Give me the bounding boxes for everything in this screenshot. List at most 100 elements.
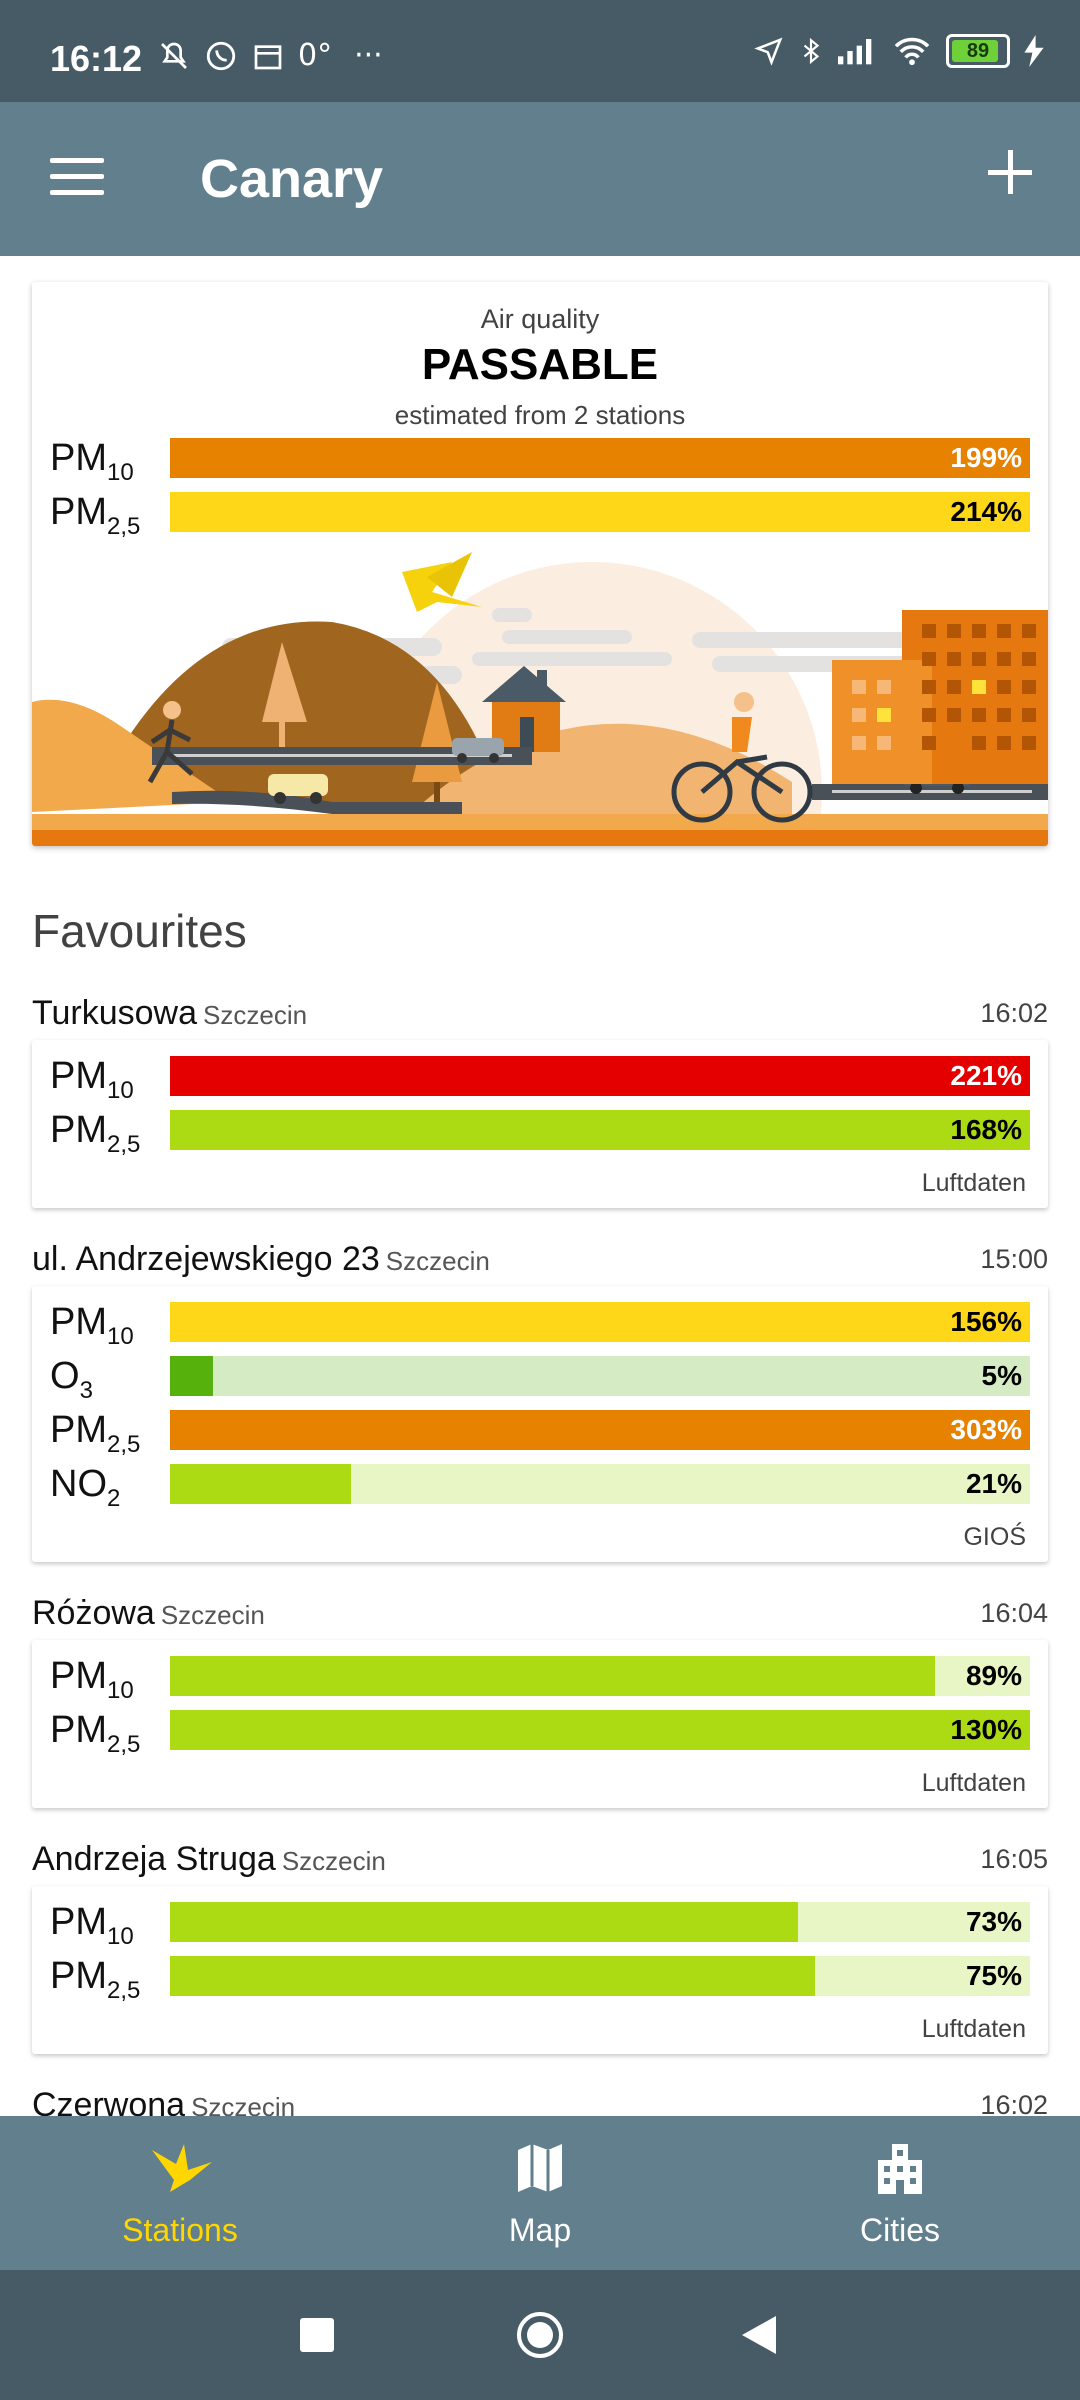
pollutant-level-track: 130%	[170, 1710, 1030, 1750]
station-card[interactable]: PM10 221% PM2,5 168% Luftdaten	[32, 1040, 1048, 1208]
pollutant-level-bar	[170, 1956, 815, 1996]
pollutant-percentage: 75%	[965, 1960, 1022, 1991]
menu-icon[interactable]	[50, 158, 104, 200]
add-station-button[interactable]	[980, 142, 1040, 202]
mute-bell-icon	[161, 42, 187, 69]
pollutant-name: PM	[50, 1901, 107, 1943]
pollutant-level-bar	[170, 1056, 1030, 1096]
nav-label-cities: Cities	[859, 2212, 940, 2248]
pollutant-name: O	[50, 1355, 80, 1397]
pollutant-subscript: 3	[79, 1377, 93, 1404]
pollutant-name: PM	[50, 1301, 107, 1343]
nav-tab-stations[interactable]: Stations	[0, 2116, 360, 2270]
station-update-time: 16:05	[980, 1844, 1048, 1874]
pollutant-level-track: 21%	[170, 1464, 1030, 1504]
city-landscape-illustration	[32, 552, 1048, 846]
pollutant-level-track: 214%	[170, 492, 1030, 532]
pollutant-level-bar	[170, 1302, 1030, 1342]
pollutant-label: PM2,5	[50, 1108, 140, 1157]
station-name: Turkusowa	[32, 994, 198, 1032]
pollutant-row: PM10 156%	[50, 1300, 1030, 1349]
pollutant-label: PM10	[50, 1054, 134, 1103]
pollutant-name: PM	[50, 1055, 107, 1097]
pollutant-subscript: 10	[107, 459, 134, 486]
pollutant-level-bar	[170, 1710, 1030, 1750]
home-circle-icon[interactable]	[515, 2310, 565, 2360]
station-header[interactable]: Różowa Szczecin 16:04	[32, 1594, 1048, 1634]
station-card[interactable]: PM10 156% O3 5% PM2,5 303% NO2 21% GIOŚ	[32, 1286, 1048, 1562]
station-card[interactable]: PM10 73% PM 2,5 75% Luftdaten	[32, 1886, 1048, 2054]
pollutant-row: PM10 199%	[50, 436, 1030, 485]
pollutant-row: PM2,5 130%	[50, 1708, 1030, 1757]
air-quality-status: PASSABLE	[421, 340, 659, 389]
pollutant-label: O3	[50, 1354, 93, 1403]
pollutant-level-track: 73%	[170, 1902, 1030, 1942]
air-quality-subtitle: estimated from 2 stations	[394, 400, 686, 430]
battery-level: 89	[966, 39, 990, 62]
status-time: 16:12	[50, 38, 143, 79]
station-header[interactable]: Turkusowa Szczecin 16:02	[32, 994, 1048, 1034]
pollutant-percentage: 156%	[950, 1306, 1022, 1337]
pollutant-level-bar	[170, 1902, 798, 1942]
pollutant-name: PM	[50, 1709, 107, 1751]
pollutant-subscript: 2,5	[107, 1977, 141, 2004]
status-icons-left: 0° ···	[158, 38, 383, 73]
pollutant-subscript: 2,5	[107, 1431, 141, 1458]
pollutant-percentage: 199%	[950, 442, 1022, 473]
whatsapp-icon	[206, 41, 236, 70]
pollutant-label: PM10	[50, 1900, 134, 1949]
pollutant-percentage: 303%	[950, 1414, 1022, 1445]
pollutant-level-track: 303%	[170, 1410, 1030, 1450]
nav-tab-cities[interactable]: Cities	[720, 2116, 1080, 2270]
pollutant-subscript: 10	[107, 1923, 134, 1950]
pollutant-subscript: 10	[107, 1077, 134, 1104]
back-triangle-icon[interactable]	[742, 2316, 778, 2354]
pollutant-percentage: 214%	[950, 496, 1022, 527]
pollutant-row: PM10 221%	[50, 1054, 1030, 1103]
pollutant-level-bar	[170, 1410, 1030, 1450]
pollutant-percentage: 130%	[950, 1714, 1022, 1745]
station-header[interactable]: Andrzeja Struga Szczecin 16:05	[32, 1840, 1048, 1880]
wifi-icon	[894, 37, 930, 66]
pollutant-row: PM2,5 168%	[50, 1108, 1030, 1157]
pollutant-subscript: 2,5	[107, 1131, 141, 1158]
pollutant-percentage: 89%	[965, 1660, 1022, 1691]
station-name: ul. Andrzejewskiego 23	[32, 1240, 380, 1278]
pollutant-label: PM2,5	[50, 490, 140, 539]
pollutant-level-track: 199%	[170, 438, 1030, 478]
pollutant-label: PM2,5	[50, 1408, 140, 1457]
air-quality-card[interactable]: Air quality PASSABLE estimated from 2 st…	[32, 282, 1048, 846]
station-card[interactable]: PM10 89% PM2,5 130% Luftdaten	[32, 1640, 1048, 1808]
station-data-source: Luftdaten	[921, 2015, 1026, 2043]
pollutant-label: NO2	[50, 1462, 120, 1511]
station-data-source: Luftdaten	[921, 1769, 1026, 1797]
system-navigation-bar	[0, 2270, 1080, 2400]
station-header[interactable]: ul. Andrzejewskiego 23 Szczecin 15:00	[32, 1240, 1048, 1280]
pollutant-subscript: 10	[107, 1323, 134, 1350]
pollutant-name: PM	[50, 1109, 107, 1151]
pollutant-name: PM	[50, 491, 107, 533]
favourites-heading: Favourites	[32, 905, 247, 957]
recents-square-icon[interactable]	[300, 2318, 334, 2352]
station-name: Różowa	[32, 1594, 155, 1632]
air-quality-caption: Air quality	[480, 304, 600, 334]
pollutant-row: O3 5%	[50, 1354, 1030, 1403]
station-city: Szczecin	[160, 1600, 265, 1630]
pollutant-level-bar	[170, 1656, 936, 1696]
location-icon	[754, 37, 783, 66]
pollutant-level-bar	[170, 1464, 351, 1504]
station-city: Szczecin	[281, 1846, 386, 1876]
pollutant-level-bar	[170, 438, 1030, 478]
pollutant-level-bar	[170, 492, 1030, 532]
station-update-time: 15:00	[980, 1244, 1048, 1274]
app-title: Canary	[200, 149, 384, 209]
battery-icon: 89	[946, 34, 1010, 68]
pollutant-name: PM	[50, 1409, 107, 1451]
nav-tab-map[interactable]: Map	[360, 2116, 720, 2270]
station-city: Szczecin	[385, 1246, 490, 1276]
pollutant-row: NO2 21%	[50, 1462, 1030, 1511]
pollutant-level-track: 156%	[170, 1302, 1030, 1342]
pollutant-level-track: 75%	[170, 1956, 1030, 1996]
pollutant-name: PM	[50, 437, 107, 479]
pollutant-level-track: 221%	[170, 1056, 1030, 1096]
